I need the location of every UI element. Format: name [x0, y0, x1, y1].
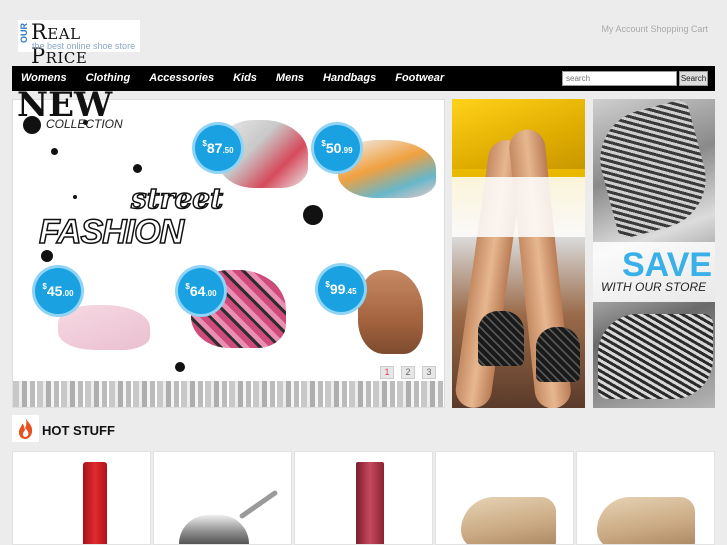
- save-subtitle: WITH OUR STORE: [601, 280, 707, 294]
- price-badge: $87.50: [195, 125, 241, 171]
- flat-shoe-image: [597, 497, 695, 544]
- product-card[interactable]: [435, 451, 574, 545]
- flame-icon: [12, 415, 39, 442]
- new-subtitle: COLLECTION: [46, 117, 123, 131]
- clog-image: [58, 305, 150, 350]
- snake-heel-image: [598, 314, 713, 399]
- saucepan-image: [179, 515, 249, 544]
- snake-heel-image: [593, 99, 715, 240]
- new-collection-banner[interactable]: [452, 99, 585, 408]
- slider-page-3[interactable]: 3: [422, 366, 436, 379]
- sandal-image: [536, 327, 580, 382]
- banner-overlay: [452, 177, 585, 237]
- section-title: HOT STUFF: [42, 423, 115, 438]
- saucepan-handle-image: [238, 489, 279, 520]
- ink-splatter: [51, 148, 58, 155]
- nav-item-footwear[interactable]: Footwear: [395, 72, 444, 84]
- hero-slider[interactable]: $87.50 $50.99 $45.00 $64.00 $99.45 stree…: [12, 99, 445, 408]
- logo-tagline: the best online shoe store: [32, 41, 136, 51]
- ink-splatter: [133, 164, 142, 173]
- price-badge: $50.99: [314, 125, 360, 171]
- product-card[interactable]: [12, 451, 151, 545]
- city-skyline-graphic: [13, 381, 444, 407]
- slider-page-2[interactable]: 2: [401, 366, 415, 379]
- nav-item-accessories[interactable]: Accessories: [149, 72, 214, 84]
- price-badge: $99.45: [318, 266, 364, 312]
- sandal-image: [478, 311, 524, 366]
- boot-image: [358, 270, 423, 354]
- nav-item-womens[interactable]: Womens: [21, 72, 67, 84]
- product-card[interactable]: [576, 451, 715, 545]
- nav-item-mens[interactable]: Mens: [276, 72, 304, 84]
- nav-item-clothing[interactable]: Clothing: [86, 72, 131, 84]
- nav-item-handbags[interactable]: Handbags: [323, 72, 376, 84]
- price-badge: $45.00: [35, 268, 81, 314]
- flat-shoe-image: [461, 497, 556, 544]
- account-links[interactable]: My Account Shopping Cart: [601, 24, 708, 34]
- slider-page-1[interactable]: 1: [380, 366, 394, 379]
- bottle-image: [356, 462, 384, 544]
- logo-prefix: OUR: [19, 23, 29, 43]
- search-input[interactable]: [562, 71, 677, 86]
- hero-headline-fashion: FASHION: [38, 212, 185, 252]
- site-logo[interactable]: OUR Real Price the best online shoe stor…: [18, 20, 140, 68]
- nav-item-kids[interactable]: Kids: [233, 72, 257, 84]
- product-card[interactable]: [294, 451, 433, 545]
- price-badge: $64.00: [178, 268, 224, 314]
- ink-splatter: [175, 362, 185, 372]
- ink-splatter: [303, 205, 323, 225]
- page: OUR Real Price the best online shoe stor…: [0, 0, 727, 545]
- red-boot-image: [83, 462, 107, 544]
- hero-headline-street: street: [130, 181, 224, 216]
- ink-splatter: [73, 195, 77, 199]
- search-button[interactable]: Search: [679, 71, 708, 86]
- product-card[interactable]: [153, 451, 292, 545]
